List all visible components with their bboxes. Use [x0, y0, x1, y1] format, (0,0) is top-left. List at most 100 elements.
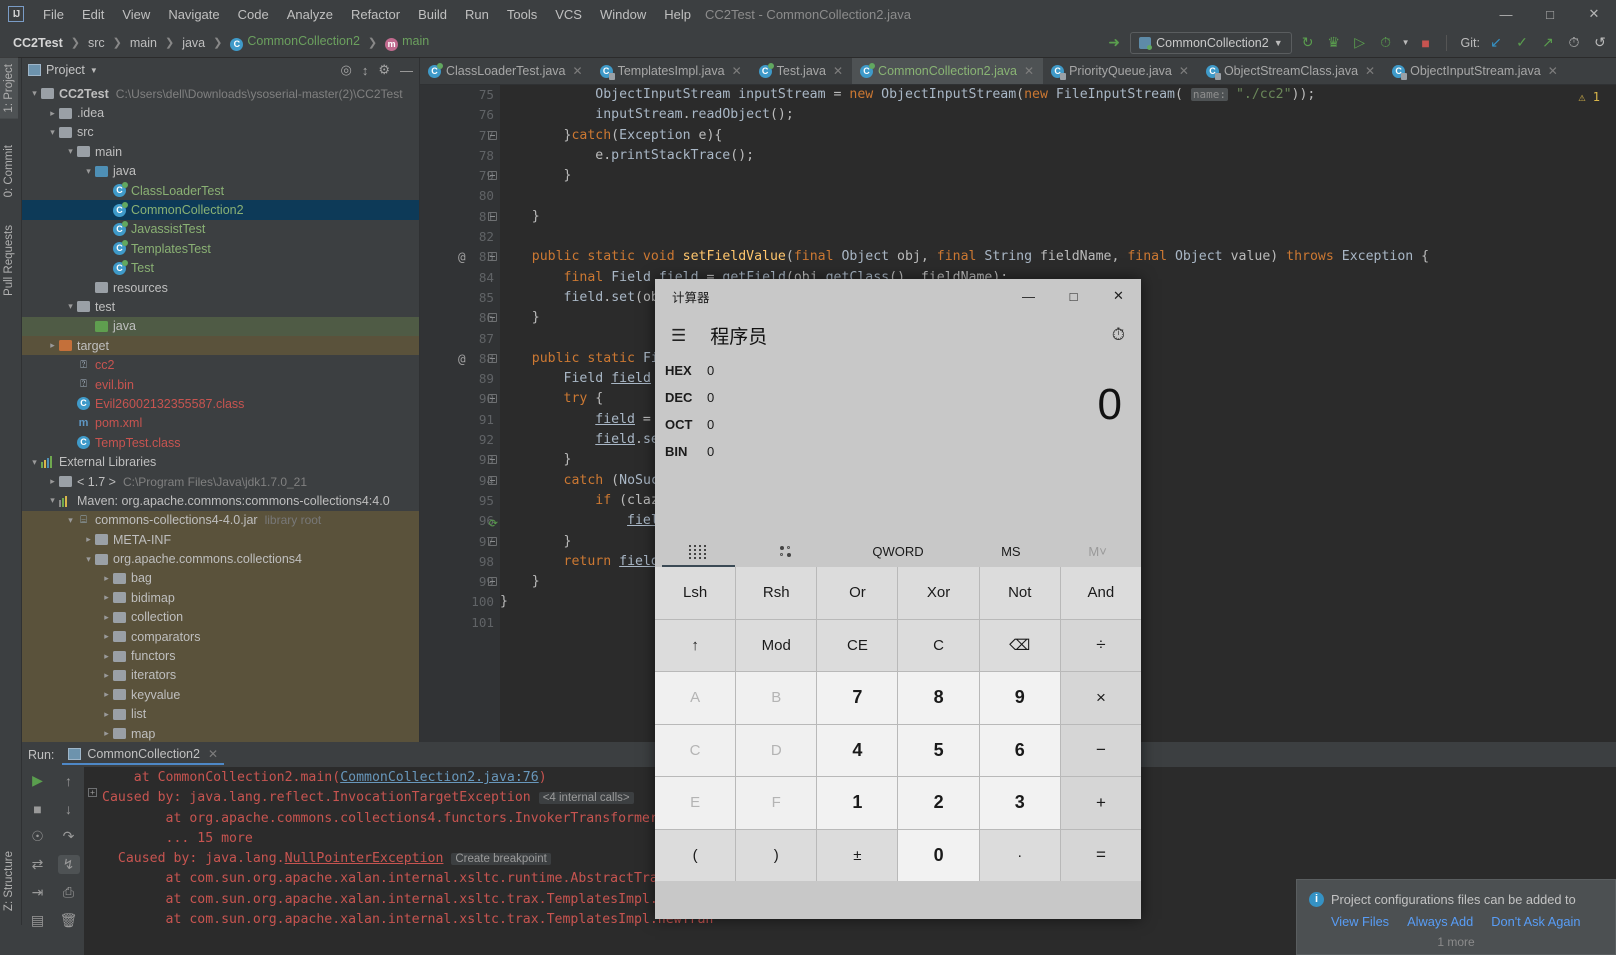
- chevron-right-icon[interactable]: ▸: [100, 631, 113, 642]
- calculator-title-bar[interactable]: 计算器 — □ ✕: [655, 279, 1141, 313]
- tree-node--1-7-[interactable]: ▸ < 1.7 > C:\Program Files\Java\jdk1.7.0_2…: [22, 472, 419, 491]
- gutter-line[interactable]: 97: [420, 532, 500, 552]
- calc-key-mod[interactable]: Mod: [736, 619, 817, 671]
- gutter-line[interactable]: 89: [420, 369, 500, 389]
- calc-key-7[interactable]: 7: [817, 672, 898, 724]
- base-row-bin[interactable]: BIN 0: [665, 438, 1141, 465]
- menu-item-window[interactable]: Window: [591, 5, 655, 24]
- chevron-down-icon[interactable]: ▾: [64, 515, 77, 526]
- chevron-right-icon[interactable]: ▸: [100, 651, 113, 662]
- gutter-line[interactable]: 94: [420, 471, 500, 491]
- run-tab[interactable]: CommonCollection2 ✕: [62, 745, 225, 765]
- tree-node-target[interactable]: ▸ target: [22, 336, 419, 356]
- calc-key-5[interactable]: 5: [898, 724, 979, 776]
- notification-more[interactable]: 1 more: [1297, 929, 1615, 949]
- tree-node-bag[interactable]: ▸ bag: [22, 568, 419, 589]
- base-row-dec[interactable]: DEC 0: [665, 384, 1141, 411]
- tree-node-org-apache-commons-collections4[interactable]: ▾ org.apache.commons.collections4: [22, 549, 419, 569]
- breadcrumb-item-commoncollection2[interactable]: C CommonCollection2: [225, 32, 365, 53]
- soft-wrap-icon[interactable]: ↷: [58, 827, 80, 846]
- gutter-line[interactable]: 85: [420, 288, 500, 308]
- calc-key-lsh[interactable]: Lsh: [655, 567, 736, 619]
- menu-item-build[interactable]: Build: [409, 5, 456, 24]
- tree-node-iterators[interactable]: ▸ iterators: [22, 665, 419, 686]
- chevron-right-icon[interactable]: ▸: [100, 689, 113, 700]
- gutter-line[interactable]: 86: [420, 308, 500, 328]
- calc-key-c[interactable]: C: [898, 619, 979, 671]
- profiler-icon[interactable]: ⏱: [1376, 33, 1396, 53]
- gutter-line[interactable]: 96 ⟳: [420, 511, 500, 531]
- hamburger-icon[interactable]: ☰: [671, 327, 686, 344]
- tree-node-meta-inf[interactable]: ▸ META-INF: [22, 529, 419, 550]
- tree-node-resources[interactable]: resources: [22, 278, 419, 297]
- calc-key-ce[interactable]: CE: [817, 619, 898, 671]
- gutter-line[interactable]: 82: [420, 227, 500, 247]
- chevron-right-icon[interactable]: ▸: [100, 709, 113, 720]
- tree-node-external-libraries[interactable]: ▾ External Libraries: [22, 452, 419, 471]
- tree-node-evil26002132355587-class[interactable]: C Evil26002132355587.class: [22, 394, 419, 413]
- scroll-down-icon[interactable]: ↓: [58, 799, 80, 818]
- tree-node-cc2[interactable]: ⍰ cc2: [22, 355, 419, 374]
- back-arrow-icon[interactable]: ➜: [1104, 33, 1124, 53]
- option-m˅[interactable]: M˅: [1054, 536, 1141, 567]
- editor-tab-objectinputstream[interactable]: C ObjectInputStream.java ✕: [1384, 58, 1567, 84]
- tree-node-cc2test[interactable]: ▾ CC2Test C:\Users\dell\Downloads\ysoseria…: [22, 84, 419, 103]
- calculator-window[interactable]: 计算器 — □ ✕ ☰ 程序员 ⏱ 0 HEX 0 DEC 0 OCT 0 BIN 0 QWO…: [655, 279, 1141, 919]
- tree-node-main[interactable]: ▾ main: [22, 142, 419, 161]
- calc-key-2[interactable]: 2: [898, 777, 979, 829]
- menu-item-vcs[interactable]: VCS: [546, 5, 591, 24]
- calculator-minimize-button[interactable]: —: [1006, 279, 1051, 313]
- code-fold-icon[interactable]: [488, 455, 497, 465]
- calc-key-0[interactable]: 0: [898, 829, 979, 881]
- rerun-failed-icon[interactable]: ⇄: [27, 855, 49, 874]
- sidebar-tab-project[interactable]: 1: Project: [0, 58, 18, 119]
- calc-key-d[interactable]: D: [736, 724, 817, 776]
- calc-key-b[interactable]: B: [736, 672, 817, 724]
- chevron-down-icon[interactable]: ▾: [82, 554, 95, 565]
- calc-key-1[interactable]: 1: [817, 777, 898, 829]
- close-icon[interactable]: ✕: [208, 747, 218, 761]
- editor-tab-priorityqueue[interactable]: C PriorityQueue.java ✕: [1043, 58, 1198, 84]
- override-marker-icon[interactable]: @: [458, 247, 466, 267]
- gutter-line[interactable]: 90: [420, 389, 500, 409]
- base-row-oct[interactable]: OCT 0: [665, 411, 1141, 438]
- warning-indicator[interactable]: ⚠ 1: [1578, 90, 1600, 104]
- editor-tab-bar[interactable]: C ClassLoaderTest.java ✕ C TemplatesImpl.jav…: [420, 58, 1616, 85]
- close-icon[interactable]: ✕: [833, 64, 843, 78]
- tree-node-commons-collections4-4-0-jar[interactable]: ▾ ⌸ commons-collections4-4.0.jar library ro…: [22, 510, 419, 530]
- editor-tab-commoncollection2[interactable]: C CommonCollection2.java ✕: [852, 58, 1044, 84]
- breadcrumb-item-cc2test[interactable]: CC2Test: [8, 34, 68, 52]
- calc-key-[interactable]: ·: [979, 829, 1060, 881]
- calc-key-[interactable]: ): [736, 829, 817, 881]
- calc-key-xor[interactable]: Xor: [898, 567, 979, 619]
- tree-node-functors[interactable]: ▸ functors: [22, 646, 419, 666]
- settings-icon[interactable]: ⚙: [378, 62, 390, 78]
- calc-key-8[interactable]: 8: [898, 672, 979, 724]
- history-icon[interactable]: ⏱: [1564, 33, 1584, 53]
- close-button[interactable]: ✕: [1572, 0, 1616, 28]
- tree-node-templatestest[interactable]: C TemplatesTest: [22, 239, 419, 258]
- calc-key-a[interactable]: A: [655, 672, 736, 724]
- gutter-line[interactable]: 95: [420, 491, 500, 511]
- tree-node-list[interactable]: ▸ list: [22, 704, 419, 724]
- run-with-coverage-icon[interactable]: ▷: [1350, 33, 1370, 53]
- calc-key-e[interactable]: E: [655, 777, 736, 829]
- calculator-close-button[interactable]: ✕: [1096, 279, 1141, 313]
- tree-node-collection[interactable]: ▸ collection: [22, 607, 419, 627]
- calc-key-rsh[interactable]: Rsh: [736, 567, 817, 619]
- code-fold-icon[interactable]: [488, 394, 497, 404]
- editor-scrollbar[interactable]: [1602, 85, 1616, 742]
- gutter-line[interactable]: 98: [420, 552, 500, 572]
- tree-node-keyvalue[interactable]: ▸ keyvalue: [22, 685, 419, 705]
- base-row-hex[interactable]: HEX 0: [665, 357, 1141, 384]
- gutter-line[interactable]: 81: [420, 207, 500, 227]
- sidebar-tab-commit[interactable]: 0: Commit: [0, 139, 18, 203]
- code-fold-icon[interactable]: [488, 536, 497, 546]
- menu-item-code[interactable]: Code: [229, 5, 278, 24]
- stop-icon[interactable]: ■: [27, 799, 49, 818]
- calc-key-[interactable]: −: [1060, 724, 1141, 776]
- notification-action-always-add[interactable]: Always Add: [1407, 914, 1473, 929]
- calc-key-c[interactable]: C: [655, 724, 736, 776]
- chevron-right-icon[interactable]: ▸: [46, 108, 59, 119]
- chevron-down-icon[interactable]: ▾: [46, 127, 59, 138]
